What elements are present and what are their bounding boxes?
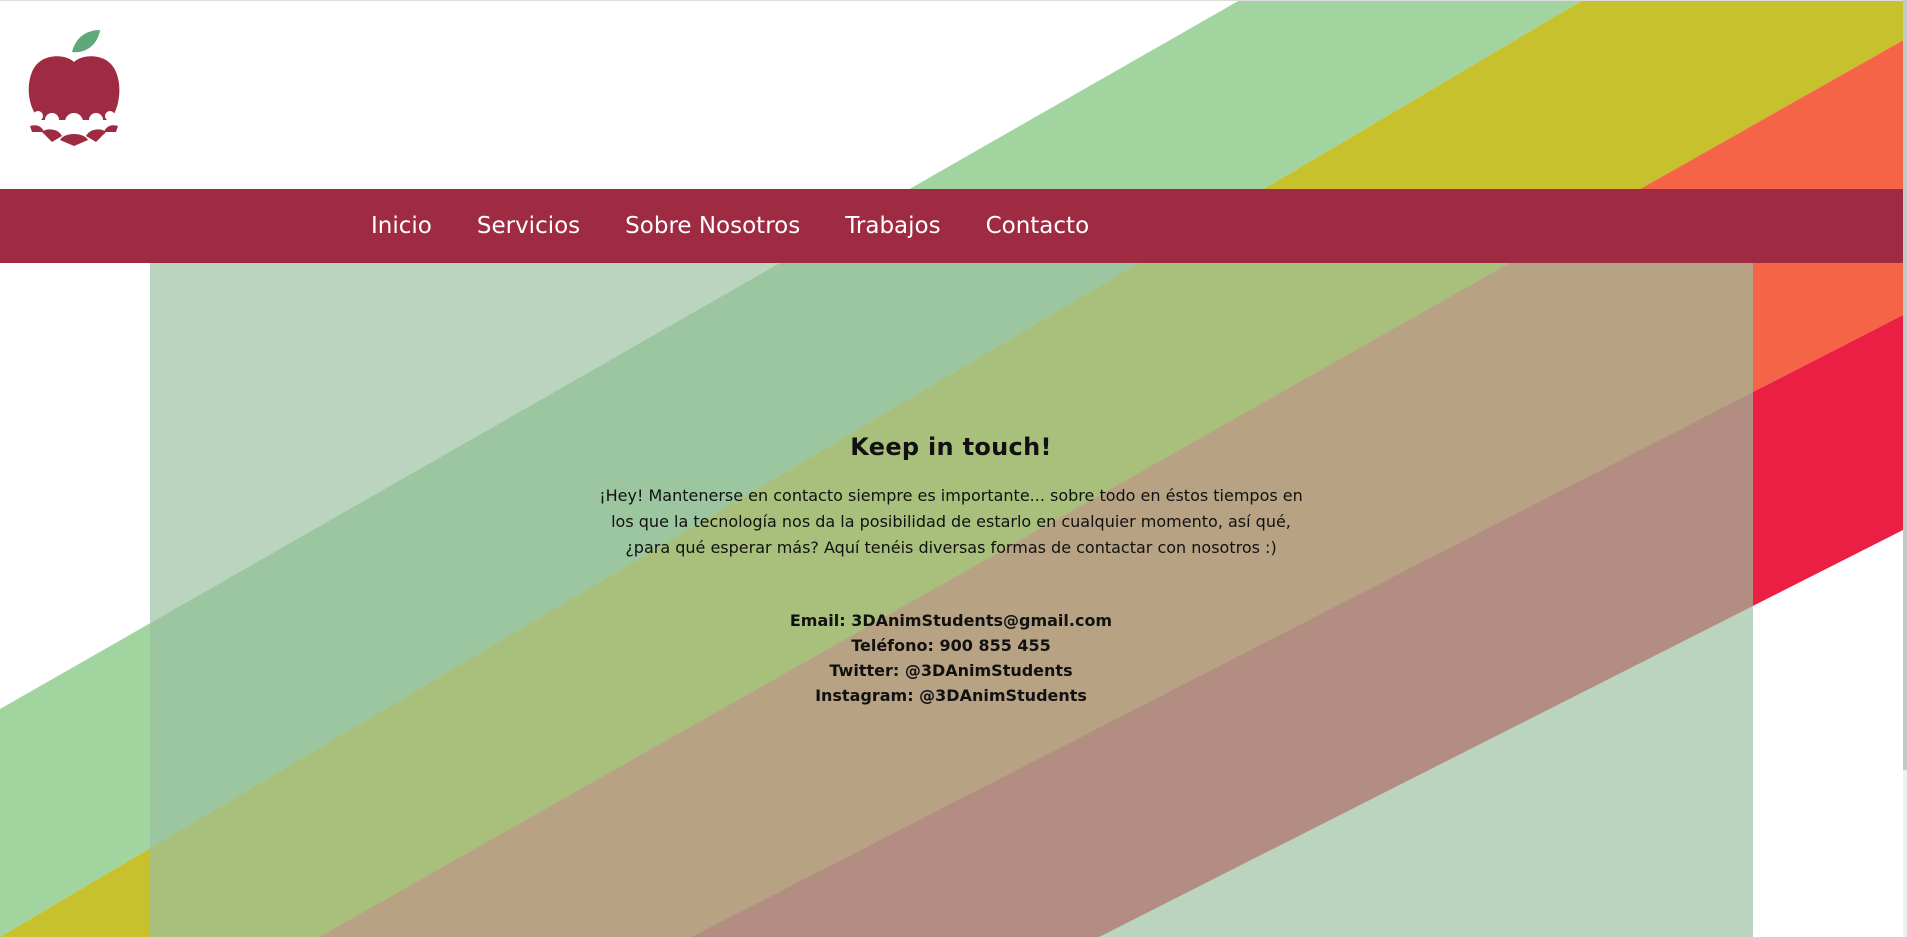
contact-email: Email: 3DAnimStudents@gmail.com [789,611,1113,630]
contact-twitter: Twitter: @3DAnimStudents [829,661,1073,680]
vertical-scrollbar[interactable] [1903,0,1907,937]
nav-item-inicio[interactable]: Inicio [371,213,432,239]
main-navbar: Inicio Servicios Sobre Nosotros Trabajos… [0,189,1903,263]
contact-details: Email: 3DAnimStudents@gmail.com Teléfono… [593,608,1309,708]
apple-people-logo-icon[interactable] [26,28,122,146]
contact-title: Keep in touch! [850,433,1052,461]
contact-section: Keep in touch! ¡Hey! Mantenerse en conta… [593,433,1309,708]
nav-item-servicios[interactable]: Servicios [477,213,580,239]
contact-intro-text: ¡Hey! Mantenerse en contacto siempre es … [599,486,1303,557]
nav-item-sobre-nosotros[interactable]: Sobre Nosotros [625,213,800,239]
nav-item-trabajos[interactable]: Trabajos [845,213,940,239]
top-border [0,0,1907,1]
nav-item-contacto[interactable]: Contacto [986,213,1090,239]
contact-phone: Teléfono: 900 855 455 [851,636,1051,655]
contact-instagram: Instagram: @3DAnimStudents [815,686,1087,705]
scrollbar-thumb[interactable] [1903,0,1907,770]
